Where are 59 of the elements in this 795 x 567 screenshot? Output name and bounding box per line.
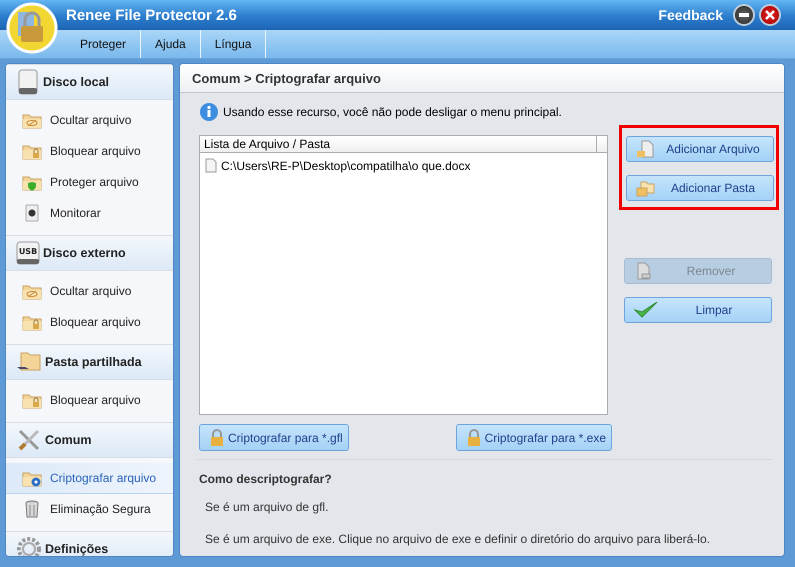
sidebar-item-label: Criptografar arquivo [50, 471, 156, 485]
sidebar-section-header[interactable]: USB Disco externo [6, 235, 173, 271]
add-folder-button[interactable]: Adicionar Pasta [626, 175, 774, 201]
sidebar-item-label: Proteger arquivo [50, 175, 139, 189]
sidebar-item[interactable]: Eliminação Segura [6, 494, 173, 525]
menu-item[interactable]: Ajuda [141, 30, 201, 58]
close-button[interactable] [759, 4, 781, 26]
encrypt-button[interactable]: Criptografar para *.exe [456, 424, 612, 451]
sidebar-item-label: Monitorar [50, 206, 101, 220]
help-title: Como descriptografar? [199, 472, 333, 486]
sidebar-item-label: Bloquear arquivo [50, 315, 141, 329]
sidebar-item[interactable]: Criptografar arquivo [6, 463, 173, 494]
sidebar-item-label: Bloquear arquivo [50, 393, 141, 407]
help-text: Se é um arquivo de exe. Clique no arquivo de exe e definir o diretório do arquivo para liberá-lo. [205, 532, 711, 546]
section-title: Disco local [43, 75, 109, 89]
sidebar-item[interactable]: Monitorar [6, 198, 173, 229]
sidebar-item[interactable]: Ocultar arquivo [6, 105, 173, 136]
usb-drive-icon: USB [16, 240, 40, 266]
window-title: Renee File Protector 2.6 [66, 6, 238, 24]
sidebar-item-label: Ocultar arquivo [50, 113, 132, 127]
file-path[interactable]: C:\Users\RE-P\Desktop\compatilha\o que.docx [221, 158, 470, 172]
section-title: Disco externo [43, 246, 126, 260]
breadcrumb: Comum > Criptografar arquivo [180, 64, 784, 93]
sidebar-section-header[interactable]: Comum [6, 422, 173, 458]
padlock-icon [466, 428, 482, 446]
sidebar-item[interactable]: Bloquear arquivo [6, 136, 173, 167]
sidebar-item[interactable]: Bloquear arquivo [6, 307, 173, 338]
sidebar-item-label: Ocultar arquivo [50, 284, 132, 298]
sidebar-item-label: Eliminação Segura [50, 502, 151, 516]
sidebar-item[interactable]: Proteger arquivo [6, 167, 173, 198]
minimize-icon [739, 13, 749, 17]
close-icon [765, 10, 775, 20]
lock-logo-icon [6, 2, 58, 54]
add-file-icon [635, 139, 655, 159]
settings-icon [16, 536, 42, 556]
section-title: Definições [45, 542, 108, 556]
encrypt-button[interactable]: Criptografar para *.gfl [199, 424, 349, 451]
clear-button[interactable]: Limpar [624, 297, 772, 323]
section-title: Comum [45, 433, 92, 447]
feedback-link[interactable]: Feedback [658, 7, 723, 23]
sidebar-section-header[interactable]: Disco local [6, 64, 173, 100]
section-title: Pasta partilhada [45, 355, 142, 369]
menu-item[interactable]: Língua [200, 30, 266, 58]
add-file-button[interactable]: Adicionar Arquivo [626, 136, 774, 162]
padlock-icon [209, 428, 225, 446]
info-text: Usando esse recurso, você não pode desligar o menu principal. [223, 105, 562, 119]
drive-icon [16, 68, 40, 96]
sidebar-item[interactable]: Bloquear arquivo [6, 385, 173, 416]
sidebar-item-label: Bloquear arquivo [50, 144, 141, 158]
sidebar-section-header[interactable]: Definições [6, 531, 173, 556]
minimize-button[interactable] [733, 4, 755, 26]
menu-item[interactable]: Proteger [66, 30, 142, 58]
file-icon [205, 158, 217, 173]
sidebar-item[interactable]: Ocultar arquivo [6, 276, 173, 307]
tools-icon [16, 427, 42, 453]
sidebar-section-header[interactable]: Pasta partilhada [6, 344, 173, 380]
info-icon [199, 102, 219, 122]
help-text: Se é um arquivo de gfl. [205, 500, 330, 514]
check-icon [633, 300, 659, 320]
